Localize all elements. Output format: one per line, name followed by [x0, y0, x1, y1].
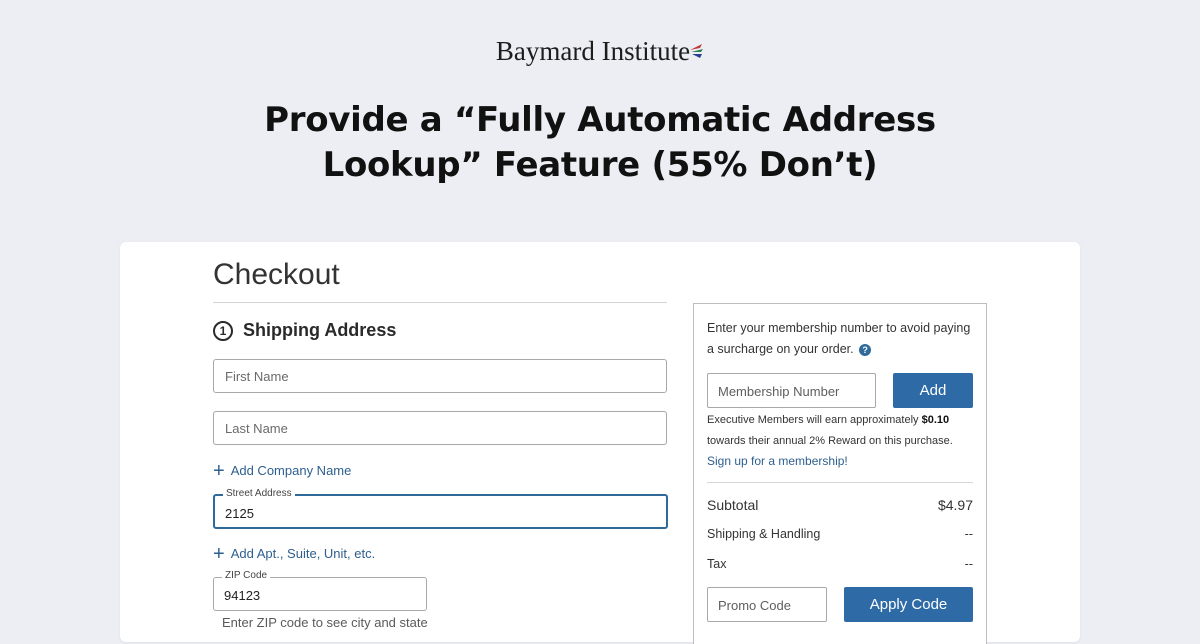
summary-divider	[707, 482, 973, 483]
tax-label: Tax	[707, 557, 727, 571]
membership-number-placeholder: Membership Number	[718, 384, 840, 399]
checkout-screenshot-card: Checkout 1 Shipping Address First Name L…	[120, 242, 1080, 644]
membership-number-input[interactable]: Membership Number	[707, 373, 876, 408]
add-apt-label: Add Apt., Suite, Unit, etc.	[230, 546, 376, 561]
exec-text-after: towards their annual 2% Reward on this p…	[707, 434, 953, 447]
zip-code-field[interactable]: ZIP Code 94123	[213, 570, 427, 611]
exec-text-before: Executive Members will earn approximatel…	[707, 414, 922, 426]
help-icon[interactable]: ?	[859, 343, 872, 356]
membership-message-text: Enter your membership number to avoid pa…	[707, 321, 971, 356]
headline-line-1: Provide a “Fully Automatic Address	[264, 100, 936, 140]
add-membership-button[interactable]: Add	[893, 373, 973, 408]
plus-icon: +	[213, 459, 225, 482]
order-summary-panel: Enter your membership number to avoid pa…	[693, 303, 987, 644]
plus-icon: +	[213, 542, 225, 565]
checkout-title: Checkout	[213, 258, 340, 291]
step-number-icon: 1	[213, 320, 233, 341]
brand-mark-icon	[688, 38, 704, 60]
subtotal-label: Subtotal	[707, 497, 759, 513]
shipping-label: Shipping & Handling	[707, 527, 821, 541]
zip-helper-text: Enter ZIP code to see city and state	[222, 615, 428, 630]
promo-code-input[interactable]: Promo Code	[707, 587, 827, 622]
add-company-link[interactable]: + Add Company Name	[213, 459, 352, 482]
zip-code-label: ZIP Code	[222, 570, 271, 581]
first-name-placeholder: First Name	[225, 369, 289, 384]
page-headline: Provide a “Fully Automatic Address Looku…	[0, 98, 1200, 188]
last-name-placeholder: Last Name	[225, 421, 288, 436]
first-name-field[interactable]: First Name	[213, 359, 667, 393]
street-address-field[interactable]: Street Address 2125	[213, 488, 668, 529]
membership-message: Enter your membership number to avoid pa…	[707, 318, 977, 360]
signup-link[interactable]: Sign up for a membership!	[707, 454, 848, 468]
executive-reward-note: Executive Members will earn approximatel…	[707, 410, 977, 473]
apply-code-button[interactable]: Apply Code	[844, 587, 973, 622]
tax-row: Tax --	[707, 557, 973, 571]
shipping-row: Shipping & Handling --	[707, 527, 973, 541]
brand-logo: Baymard Institute	[0, 36, 1200, 67]
subtotal-row: Subtotal $4.97	[707, 497, 973, 513]
street-address-label: Street Address	[223, 488, 295, 499]
promo-code-placeholder: Promo Code	[718, 598, 791, 613]
add-apt-link[interactable]: + Add Apt., Suite, Unit, etc.	[213, 542, 376, 565]
title-divider	[213, 302, 667, 303]
zip-code-value: 94123	[224, 588, 261, 603]
street-address-value: 2125	[225, 506, 254, 521]
shipping-value: --	[964, 527, 973, 541]
exec-amount: $0.10	[921, 414, 950, 426]
shipping-section-heading: 1 Shipping Address	[213, 320, 396, 341]
headline-line-2: Lookup” Feature (55% Don’t)	[322, 145, 878, 185]
shipping-section-title: Shipping Address	[243, 320, 397, 340]
brand-name: Baymard Institute	[495, 36, 691, 66]
tax-value: --	[964, 557, 973, 571]
last-name-field[interactable]: Last Name	[213, 411, 667, 445]
add-company-label: Add Company Name	[230, 463, 352, 478]
subtotal-value: $4.97	[937, 497, 973, 513]
